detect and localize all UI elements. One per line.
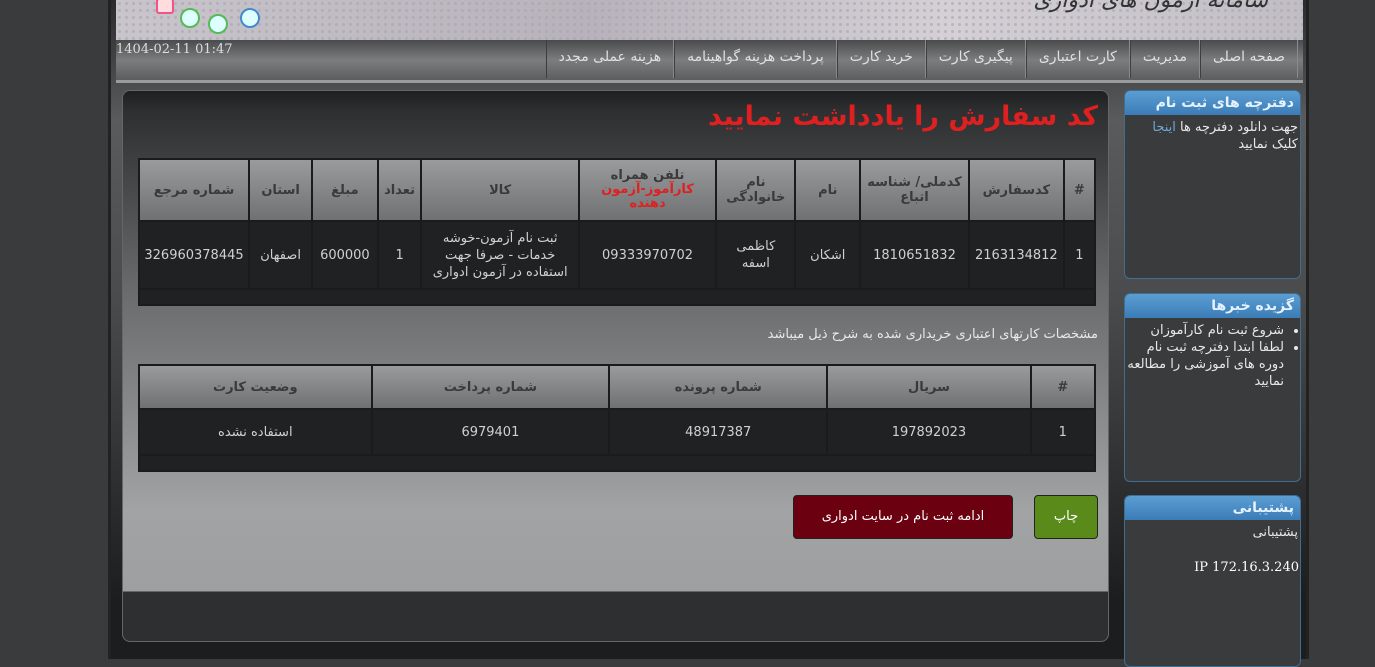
panel-text: کلیک نمایید	[1238, 137, 1298, 152]
panel-title: پشتیبانی	[1125, 496, 1300, 520]
column-header: شماره پرداخت	[370, 364, 611, 410]
table-cell: اصفهان	[248, 220, 314, 290]
main-content: کد سفارش را یادداشت نمایید # کدسفارش کدم…	[122, 90, 1109, 642]
table-header-row: # کدسفارش کدملی/ شناسه اتباع نام نام خان…	[137, 158, 1097, 222]
phone-header-label: تلفن همراه	[610, 168, 685, 183]
phone-header-sub: کارآموز-آزمون دهنده	[601, 182, 694, 211]
panel-title: گزیده خبرها	[1125, 294, 1300, 318]
ip-address: IP 172.16.3.240	[1194, 560, 1299, 575]
cards-note: مشخصات کارتهای اعتباری خریداری شده به شر…	[767, 327, 1098, 342]
nav-buy-card[interactable]: خرید کارت	[836, 40, 926, 78]
column-header: کدسفارش	[967, 158, 1065, 222]
nav-home[interactable]: صفحه اصلی	[1199, 40, 1298, 78]
column-header: کدملی/ شناسه اتباع	[859, 158, 970, 222]
column-header: استان	[248, 158, 314, 222]
table-cell: 197892023	[826, 408, 1032, 456]
logo-icon	[156, 0, 174, 14]
header-banner: سامانه آزمون های ادواری	[116, 0, 1303, 40]
logo-icon	[180, 8, 200, 28]
panel-title: دفترچه های ثبت نام	[1125, 91, 1300, 115]
datetime-label: 1404-02-11 01:47	[116, 42, 233, 57]
table-footer	[138, 454, 1096, 472]
table-cell: اشکان	[794, 220, 862, 290]
sidebar-news-panel: گزیده خبرها شروع ثبت نام کارآموزان لطفا …	[1124, 293, 1301, 482]
column-header: وضعیت کارت	[138, 364, 373, 410]
column-header: مبلغ	[311, 158, 379, 222]
table-cell: 2163134812	[967, 220, 1065, 290]
table-footer	[138, 288, 1096, 306]
table-cell: کاظمی اسفه	[715, 220, 797, 290]
nav-practical-fee[interactable]: هزینه عملی مجدد	[545, 40, 675, 78]
cards-table: # سریال شماره پرونده شماره پرداخت وضعیت …	[138, 364, 1097, 472]
column-header: سریال	[826, 364, 1032, 410]
table-footer-cell	[138, 454, 1096, 472]
sidebar-downloads-panel: دفترچه های ثبت نام جهت دانلود دفترچه ها …	[1124, 90, 1301, 279]
logo-icon	[240, 8, 260, 28]
sidebar-support-panel: پشتیبانی پشتیبانی	[1124, 495, 1301, 667]
column-header: تلفن همراه کارآموز-آزمون دهنده	[577, 158, 718, 222]
page-frame: سامانه آزمون های ادواری 1404-02-11 01:47…	[108, 0, 1309, 667]
panel-body: جهت دانلود دفترچه ها اینجا کلیک نمایید	[1125, 115, 1300, 157]
news-item[interactable]: لطفا ابتدا دفترچه ثبت نام دوره های آموزش…	[1127, 339, 1284, 390]
nav-track-card[interactable]: پیگیری کارت	[925, 40, 1026, 78]
table-footer-cell	[138, 288, 1096, 306]
column-header: نام	[794, 158, 862, 222]
continue-registration-button[interactable]: ادامه ثبت نام در سایت ادواری	[793, 495, 1013, 539]
column-header: #	[1029, 364, 1097, 410]
nav-admin[interactable]: مدیریت	[1129, 40, 1200, 78]
table-cell: 1	[1029, 408, 1097, 456]
table-cell: استفاده نشده	[138, 408, 373, 456]
table-cell: 1810651832	[859, 220, 970, 290]
panel-text: جهت دانلود دفترچه ها	[1175, 120, 1298, 135]
column-header: تعداد	[376, 158, 423, 222]
table-cell: 48917387	[608, 408, 829, 456]
table-cell: 09333970702	[577, 220, 718, 290]
column-header: #	[1062, 158, 1097, 222]
page-title: کد سفارش را یادداشت نمایید	[707, 101, 1098, 132]
table-cell: 1	[1062, 220, 1097, 290]
logo-icon	[208, 14, 228, 34]
nav-credit-card[interactable]: کارت اعتباری	[1025, 40, 1130, 78]
table-header-row: # سریال شماره پرونده شماره پرداخت وضعیت …	[138, 364, 1097, 410]
column-header: نام خانوادگی	[715, 158, 797, 222]
table-cell: 1	[376, 220, 423, 290]
table-cell: ثبت نام آزمون-خوشه خدمات - صرفا جهت استف…	[420, 220, 580, 290]
news-item[interactable]: شروع ثبت نام کارآموزان	[1127, 322, 1284, 339]
table-cell: 600000	[311, 220, 379, 290]
nav-certificate-fee[interactable]: پرداخت هزینه گواهینامه	[674, 40, 837, 78]
column-header: کالا	[420, 158, 580, 222]
top-navigation: 1404-02-11 01:47 صفحه اصلی مدیریت کارت ا…	[116, 40, 1303, 83]
download-link[interactable]: اینجا	[1152, 120, 1176, 135]
column-header: شماره پرونده	[608, 364, 829, 410]
table-cell: 326960378445	[137, 220, 251, 290]
column-header: شماره مرجع	[137, 158, 251, 222]
panel-body: شروع ثبت نام کارآموزان لطفا ابتدا دفترچه…	[1125, 318, 1300, 394]
table-cell: 6979401	[370, 408, 611, 456]
panel-body: پشتیبانی	[1252, 525, 1298, 540]
table-row: 1 2163134812 1810651832 اشکان کاظمی اسفه…	[137, 220, 1097, 290]
banner-title: سامانه آزمون های ادواری	[1033, 0, 1268, 13]
print-button[interactable]: چاپ	[1034, 495, 1098, 539]
order-table: # کدسفارش کدملی/ شناسه اتباع نام نام خان…	[137, 158, 1097, 306]
table-row: 1 197892023 48917387 6979401 استفاده نشد…	[138, 408, 1097, 456]
